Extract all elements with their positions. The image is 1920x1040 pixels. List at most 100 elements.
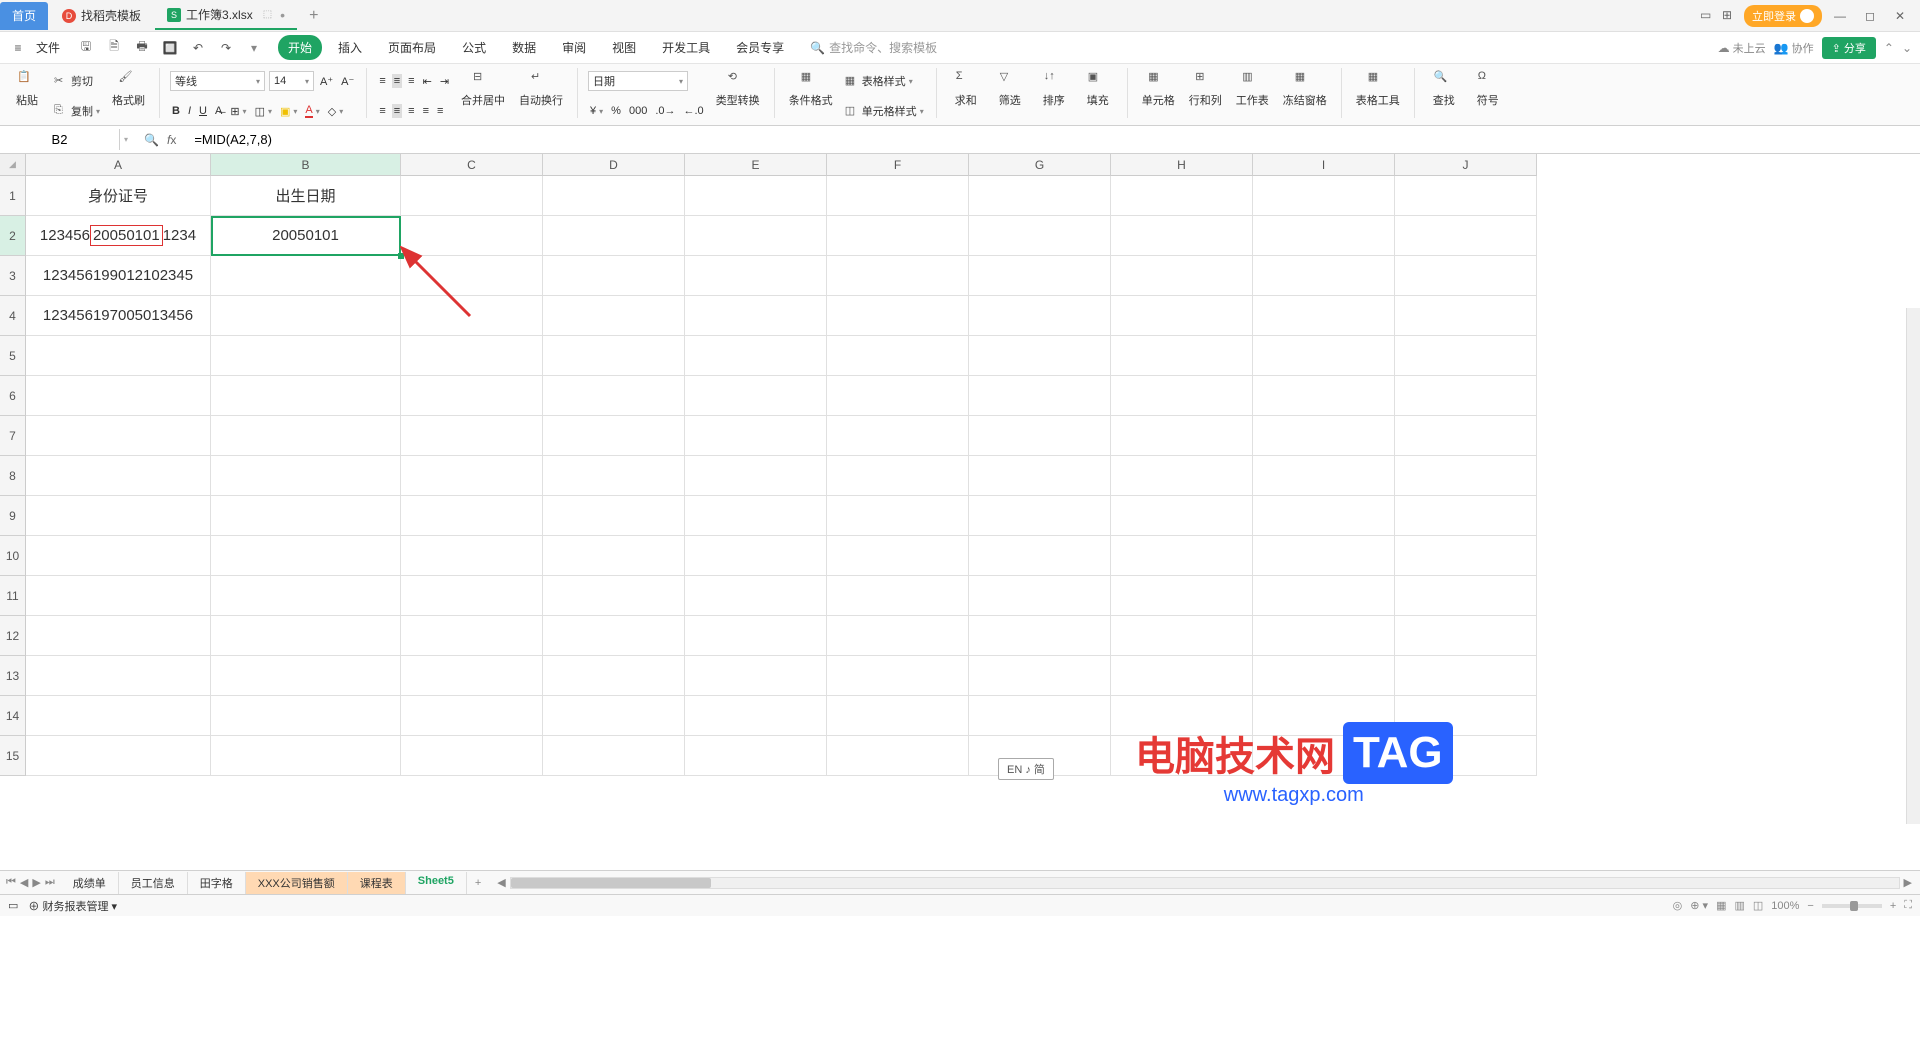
cell-H4[interactable] bbox=[1111, 296, 1253, 336]
cell-B15[interactable] bbox=[211, 736, 401, 776]
cell-J8[interactable] bbox=[1395, 456, 1537, 496]
cell-B9[interactable] bbox=[211, 496, 401, 536]
cell-E4[interactable] bbox=[685, 296, 827, 336]
align-left-button[interactable]: ≡ bbox=[377, 104, 387, 118]
fontsize-combo[interactable]: 14▾ bbox=[269, 71, 314, 91]
cell-B2[interactable]: 20050101 bbox=[211, 216, 401, 256]
name-box[interactable] bbox=[0, 129, 120, 150]
cell-B12[interactable] bbox=[211, 616, 401, 656]
cell-G13[interactable] bbox=[969, 656, 1111, 696]
side-panel-collapsed[interactable] bbox=[1906, 308, 1920, 824]
cell-H9[interactable] bbox=[1111, 496, 1253, 536]
number-format-combo[interactable]: 日期▾ bbox=[588, 71, 688, 91]
cell-D10[interactable] bbox=[543, 536, 685, 576]
dec-inc-button[interactable]: .0→ bbox=[653, 104, 677, 118]
cell-G14[interactable] bbox=[969, 696, 1111, 736]
cloud-status[interactable]: 未上云 bbox=[1733, 40, 1766, 56]
cell-J1[interactable] bbox=[1395, 176, 1537, 216]
cell-C11[interactable] bbox=[401, 576, 543, 616]
cell-E6[interactable] bbox=[685, 376, 827, 416]
cell-J5[interactable] bbox=[1395, 336, 1537, 376]
menutab-view[interactable]: 视图 bbox=[602, 35, 646, 60]
cell-D6[interactable] bbox=[543, 376, 685, 416]
find-button[interactable]: 🔍查找 bbox=[1425, 68, 1463, 110]
cell-J13[interactable] bbox=[1395, 656, 1537, 696]
clear-button[interactable]: ◇▾ bbox=[326, 104, 345, 119]
sheet-tab-课程表[interactable]: 课程表 bbox=[348, 872, 406, 894]
cell-A4[interactable]: 123456197005013456 bbox=[26, 296, 211, 336]
cell-F11[interactable] bbox=[827, 576, 969, 616]
sheet-tab-田字格[interactable]: 田字格 bbox=[188, 872, 246, 894]
cell-C14[interactable] bbox=[401, 696, 543, 736]
col-header-A[interactable]: A bbox=[26, 154, 211, 176]
zoom-in-button[interactable]: + bbox=[1890, 900, 1896, 912]
nav-first-icon[interactable]: ⏮ bbox=[6, 876, 16, 889]
row-header-15[interactable]: 15 bbox=[0, 736, 26, 776]
cell-I14[interactable] bbox=[1253, 696, 1395, 736]
status-finance[interactable]: ⊕ 财务报表管理 ▾ bbox=[28, 898, 117, 914]
cell-G8[interactable] bbox=[969, 456, 1111, 496]
zoom-formula-icon[interactable]: 🔍 bbox=[144, 133, 159, 147]
cell-F12[interactable] bbox=[827, 616, 969, 656]
cell-F14[interactable] bbox=[827, 696, 969, 736]
tab-template[interactable]: D 找稻壳模板 bbox=[50, 2, 153, 30]
cell-D1[interactable] bbox=[543, 176, 685, 216]
maximize-button[interactable]: ◻ bbox=[1858, 9, 1882, 23]
cell-A15[interactable] bbox=[26, 736, 211, 776]
indent-dec-button[interactable]: ⇤ bbox=[421, 74, 434, 89]
typeconvert-button[interactable]: ⟲类型转换 bbox=[712, 68, 764, 110]
command-search[interactable]: 🔍 查找命令、搜索模板 bbox=[810, 39, 937, 56]
cell-H1[interactable] bbox=[1111, 176, 1253, 216]
sidepanel-icon[interactable]: ▭ bbox=[1700, 8, 1716, 24]
view-page-icon[interactable]: ▥ bbox=[1734, 899, 1744, 912]
cell-A10[interactable] bbox=[26, 536, 211, 576]
hscroll-thumb[interactable] bbox=[511, 878, 711, 888]
cell-H8[interactable] bbox=[1111, 456, 1253, 496]
cells-button[interactable]: ▦单元格 bbox=[1138, 68, 1179, 110]
cell-C2[interactable] bbox=[401, 216, 543, 256]
cell-I11[interactable] bbox=[1253, 576, 1395, 616]
cell-A12[interactable] bbox=[26, 616, 211, 656]
cell-J14[interactable] bbox=[1395, 696, 1537, 736]
fontcolor-button[interactable]: A▾ bbox=[303, 103, 321, 119]
cell-G7[interactable] bbox=[969, 416, 1111, 456]
cell-D2[interactable] bbox=[543, 216, 685, 256]
fillcolor-button[interactable]: ▣▾ bbox=[278, 104, 299, 119]
spreadsheet-grid[interactable]: ◢ ABCDEFGHIJ 123456789101112131415 身份证号出… bbox=[0, 154, 1920, 870]
cell-J12[interactable] bbox=[1395, 616, 1537, 656]
redo-icon[interactable]: ↷ bbox=[216, 38, 236, 58]
menutab-layout[interactable]: 页面布局 bbox=[378, 35, 446, 60]
menutab-review[interactable]: 审阅 bbox=[552, 35, 596, 60]
cell-E8[interactable] bbox=[685, 456, 827, 496]
row-header-9[interactable]: 9 bbox=[0, 496, 26, 536]
cell-I6[interactable] bbox=[1253, 376, 1395, 416]
cell-B1[interactable]: 出生日期 bbox=[211, 176, 401, 216]
cell-E9[interactable] bbox=[685, 496, 827, 536]
cell-B10[interactable] bbox=[211, 536, 401, 576]
view-break-icon[interactable]: ◫ bbox=[1753, 899, 1763, 912]
indent-inc-button[interactable]: ⇥ bbox=[438, 74, 451, 89]
cell-H11[interactable] bbox=[1111, 576, 1253, 616]
cell-F13[interactable] bbox=[827, 656, 969, 696]
sum-button[interactable]: Σ求和 bbox=[947, 68, 985, 110]
row-header-5[interactable]: 5 bbox=[0, 336, 26, 376]
menutab-formula[interactable]: 公式 bbox=[452, 35, 496, 60]
dec-dec-button[interactable]: ←.0 bbox=[682, 104, 706, 118]
increase-font-button[interactable]: A⁺ bbox=[318, 74, 335, 89]
sheet-tab-成绩单[interactable]: 成绩单 bbox=[61, 872, 119, 894]
cell-B3[interactable] bbox=[211, 256, 401, 296]
tab-workbook[interactable]: S 工作簿3.xlsx ⬚ • bbox=[155, 2, 297, 30]
status-eye-icon[interactable]: ◎ bbox=[1673, 899, 1683, 912]
fill-handle[interactable] bbox=[398, 253, 404, 259]
format-painter-button[interactable]: 🖌 格式刷 bbox=[108, 68, 149, 110]
cell-H2[interactable] bbox=[1111, 216, 1253, 256]
merge-button[interactable]: ⊟合并居中 bbox=[457, 68, 509, 110]
symbol-button[interactable]: Ω符号 bbox=[1469, 68, 1507, 110]
cell-H3[interactable] bbox=[1111, 256, 1253, 296]
align-bot-button[interactable]: ≡ bbox=[406, 74, 416, 88]
preview-icon[interactable]: 🔲 bbox=[160, 38, 180, 58]
fullscreen-icon[interactable]: ⛶ bbox=[1904, 899, 1912, 912]
nav-prev-icon[interactable]: ◀ bbox=[20, 876, 28, 889]
row-header-13[interactable]: 13 bbox=[0, 656, 26, 696]
cell-C15[interactable] bbox=[401, 736, 543, 776]
